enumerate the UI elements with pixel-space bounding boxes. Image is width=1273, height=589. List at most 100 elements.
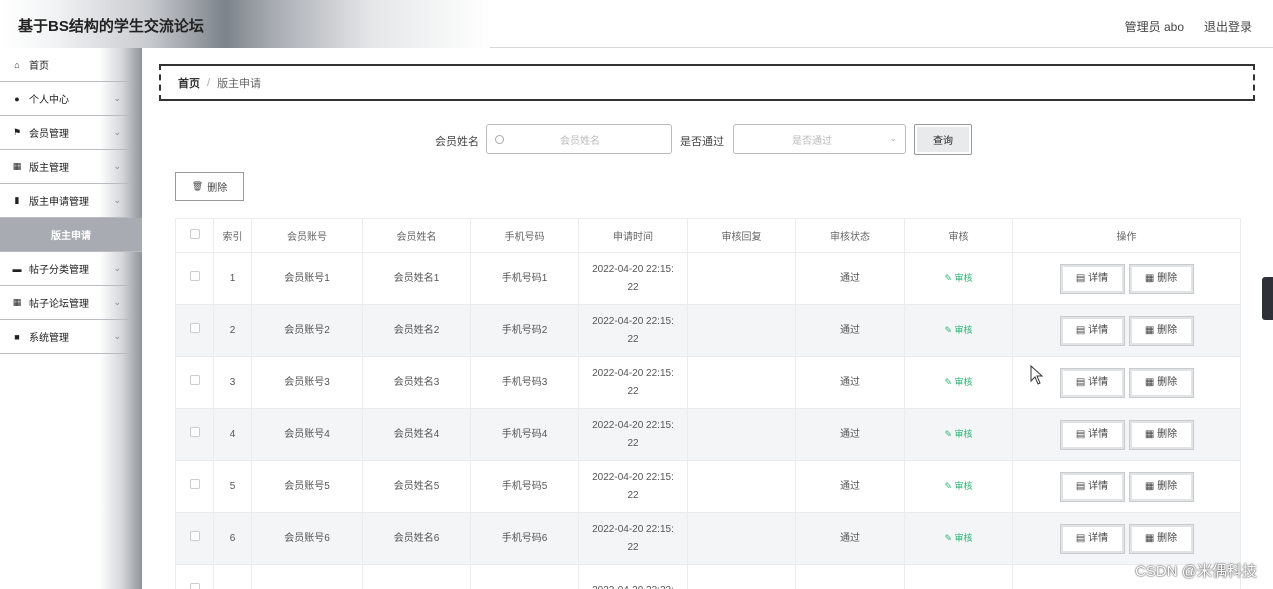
audit-link[interactable]: ✎ 审核 — [944, 273, 972, 283]
column-header: 审核 — [904, 218, 1013, 253]
actions-cell: ▤ 详情 ▦ 删除 — [1012, 356, 1241, 409]
edit-icon: ✎ — [944, 377, 952, 387]
delete-button[interactable]: ▦ 删除 — [1129, 420, 1193, 449]
time-seconds: 22 — [627, 437, 639, 449]
phone-cell: 手机号码2 — [470, 304, 579, 357]
audit-link[interactable]: ✎ 审核 — [944, 481, 972, 491]
table-row: 5 会员账号5 会员姓名5 手机号码5 2022-04-20 22:15: 22 通过 ✎ 审… — [175, 460, 1241, 513]
table-row: 1 会员账号1 会员姓名1 手机号码1 2022-04-20 22:15: 22 通过 ✎ 审… — [175, 252, 1241, 305]
detail-button[interactable]: ▤ 详情 — [1060, 524, 1124, 553]
checkbox[interactable] — [189, 229, 200, 239]
time-cell: 2022-04-20 22:22: — [578, 564, 688, 589]
table-header-row: 索引 会员账号 会员姓名 手机号码 申请时间 审核回复 审核状态 审核 操作 — [175, 218, 1241, 253]
checkbox[interactable] — [189, 322, 200, 333]
checkbox[interactable] — [189, 478, 200, 489]
chevron-down-icon: ⌄ — [889, 133, 897, 143]
row-checkbox-cell[interactable] — [175, 408, 214, 461]
delete-button[interactable]: ▦ 删除 — [1129, 524, 1193, 553]
phone-cell: 手机号码6 — [470, 512, 579, 565]
detail-label: 详情 — [1088, 324, 1109, 336]
sidebar-item-5[interactable]: 版主申请 — [0, 218, 142, 252]
edit-icon: ✎ — [944, 481, 952, 491]
row-checkbox-cell[interactable] — [175, 564, 214, 589]
row-checkbox-cell[interactable] — [175, 460, 214, 513]
trash-icon: ▦ — [1144, 272, 1155, 284]
account-cell: 会员账号4 — [251, 408, 363, 461]
detail-button[interactable]: ▤ 详情 — [1060, 420, 1124, 449]
row-checkbox-cell[interactable] — [175, 304, 214, 357]
sidebar-item-1[interactable]: ● 个人中心 ⌄ — [0, 82, 129, 116]
member-name-input[interactable]: 会员姓名 — [486, 124, 672, 154]
status-cell: 通过 — [795, 356, 905, 409]
time-cell: 2022-04-20 22:15: 22 — [578, 408, 688, 461]
delete-label: 删除 — [1157, 324, 1178, 336]
audit-link[interactable]: ✎ 审核 — [944, 377, 972, 387]
side-drawer-tab[interactable] — [1262, 277, 1273, 320]
breadcrumb-home[interactable]: 首页 — [178, 75, 200, 91]
chevron-down-icon: ⌄ — [113, 161, 121, 171]
delete-label: 删除 — [1157, 376, 1178, 388]
audit-cell: ✎ 审核 — [904, 408, 1013, 461]
sidebar-item-2[interactable]: ⚑ 会员管理 ⌄ — [0, 116, 129, 150]
grid-icon: ▦ — [12, 297, 22, 307]
row-checkbox-cell[interactable] — [175, 356, 214, 409]
detail-button[interactable]: ▤ 详情 — [1060, 368, 1124, 397]
checkbox[interactable] — [189, 374, 200, 385]
bulk-delete-label: 删除 — [207, 183, 228, 194]
sidebar-item-label: 系统管理 — [29, 333, 69, 344]
column-header: 审核状态 — [795, 218, 905, 253]
bulk-delete-button[interactable]: 🗑 删除 — [175, 172, 244, 201]
audit-link[interactable]: ✎ 审核 — [944, 325, 972, 335]
sidebar-item-0[interactable]: ⌂ 首页 — [0, 48, 129, 82]
delete-button[interactable]: ▦ 删除 — [1129, 316, 1193, 345]
apply-table: 索引 会员账号 会员姓名 手机号码 申请时间 审核回复 审核状态 审核 操作 1 会员账号1 会员姓… — [175, 218, 1241, 589]
account-cell: 会员账号1 — [251, 252, 363, 305]
trash-icon: ▦ — [1144, 480, 1155, 492]
sidebar-item-4[interactable]: ▮ 版主申请管理 ⌄ — [0, 184, 129, 218]
chevron-down-icon: ⌄ — [113, 297, 121, 307]
sidebar-item-3[interactable]: ▦ 版主管理 ⌄ — [0, 150, 129, 184]
card-icon: ▬ — [12, 263, 22, 274]
time-date: 2022-04-20 22:15: — [592, 315, 674, 327]
detail-label: 详情 — [1088, 376, 1109, 388]
audit-cell: ✎ 审核 — [904, 512, 1013, 565]
query-button[interactable]: 查询 — [914, 124, 972, 155]
sidebar-item-7[interactable]: ▦ 帖子论坛管理 ⌄ — [0, 286, 129, 320]
checkbox[interactable] — [189, 426, 200, 437]
select-all-checkbox[interactable] — [175, 218, 214, 253]
audit-link[interactable]: ✎ 审核 — [944, 429, 972, 439]
detail-button[interactable]: ▤ 详情 — [1060, 316, 1124, 345]
pass-select[interactable]: 是否通过 ⌄ — [733, 124, 906, 154]
row-checkbox-cell[interactable] — [175, 512, 214, 565]
member-name-placeholder: 会员姓名 — [560, 135, 600, 147]
sidebar-item-label: 帖子论坛管理 — [29, 299, 89, 310]
checkbox[interactable] — [189, 270, 200, 281]
detail-label: 详情 — [1088, 480, 1109, 492]
checkbox[interactable] — [189, 530, 200, 541]
breadcrumb: 首页 / 版主申请 — [159, 64, 1255, 101]
index-cell: 4 — [213, 408, 252, 461]
detail-button[interactable]: ▤ 详情 — [1060, 472, 1124, 501]
phone-cell: 手机号码3 — [470, 356, 579, 409]
delete-button[interactable]: ▦ 删除 — [1129, 264, 1193, 293]
document-icon: ▤ — [1075, 324, 1086, 336]
account-cell — [251, 564, 363, 589]
sidebar-item-8[interactable]: ■ 系统管理 ⌄ — [0, 320, 129, 354]
logout-link[interactable]: 退出登录 — [1204, 18, 1252, 35]
delete-button[interactable]: ▦ 删除 — [1129, 472, 1193, 501]
name-cell — [362, 564, 471, 589]
comment-icon: ■ — [14, 331, 20, 342]
checkbox[interactable] — [189, 582, 200, 589]
row-checkbox-cell[interactable] — [175, 252, 214, 305]
chevron-down-icon: ⌄ — [113, 331, 121, 341]
delete-label: 删除 — [1157, 480, 1178, 492]
detail-button[interactable]: ▤ 详情 — [1060, 264, 1124, 293]
audit-link[interactable]: ✎ 审核 — [944, 533, 972, 543]
sidebar-item-6[interactable]: ▬ 帖子分类管理 ⌄ — [0, 252, 129, 286]
document-icon: ▤ — [1075, 272, 1086, 284]
time-date: 2022-04-20 22:15: — [592, 367, 674, 379]
status-cell — [795, 564, 905, 589]
actions-cell: ▤ 详情 ▦ 删除 — [1012, 460, 1241, 513]
audit-cell: ✎ 审核 — [904, 356, 1013, 409]
delete-button[interactable]: ▦ 删除 — [1129, 368, 1193, 397]
